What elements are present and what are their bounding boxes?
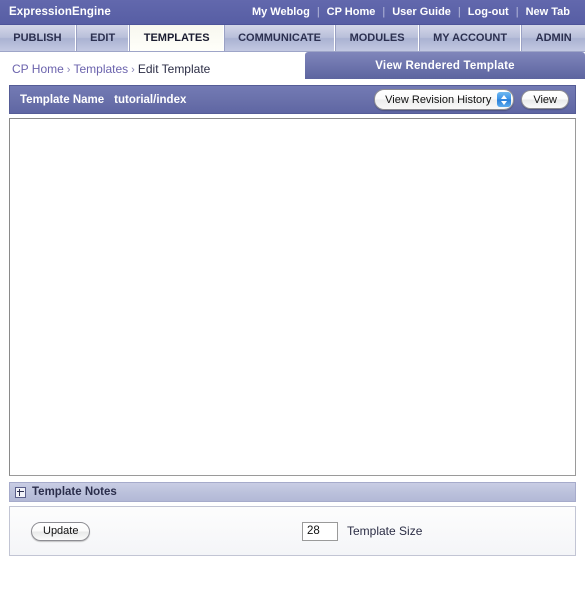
link-log-out[interactable]: Log-out [461, 6, 516, 18]
app-title: ExpressionEngine [9, 6, 111, 18]
tab-admin[interactable]: ADMIN [521, 25, 585, 51]
chevron-updown-icon [497, 92, 512, 107]
breadcrumb: CP Home › Templates › Edit Template [0, 62, 210, 76]
tab-my-account[interactable]: MY ACCOUNT [418, 25, 522, 51]
main-nav-tabs: PUBLISH EDIT TEMPLATES COMMUNICATE MODUL… [0, 25, 585, 52]
template-name-label: Template Name [20, 93, 105, 106]
template-size-input[interactable] [302, 521, 338, 541]
template-size-group: Template Size [302, 521, 423, 541]
template-name-value: tutorial/index [114, 93, 187, 106]
breadcrumb-separator: › [131, 63, 135, 76]
template-header-controls: View Revision History View [374, 86, 569, 113]
chevron-up-icon [501, 94, 508, 99]
breadcrumb-row: CP Home › Templates › Edit Template View Ren… [0, 52, 585, 85]
link-my-weblog[interactable]: My Weblog [245, 6, 317, 18]
template-name-bar: Template Name tutorial/index View Revisi… [9, 85, 576, 114]
template-notes-label: Template Notes [32, 486, 117, 498]
template-code-textarea[interactable] [9, 118, 576, 476]
content-area: CP Home › Templates › Edit Template View Ren… [0, 52, 585, 613]
link-cp-home[interactable]: CP Home [320, 6, 383, 18]
tab-communicate[interactable]: COMMUNICATE [223, 25, 336, 51]
link-user-guide[interactable]: User Guide [385, 6, 458, 18]
tab-publish[interactable]: PUBLISH [0, 25, 76, 51]
view-rendered-template-label: View Rendered Template [375, 59, 515, 72]
update-button-wrap: Update [10, 521, 91, 541]
tab-edit[interactable]: EDIT [75, 25, 130, 51]
view-button[interactable]: View [521, 90, 569, 109]
template-size-label: Template Size [347, 524, 423, 538]
revision-history-select[interactable]: View Revision History [374, 89, 515, 110]
plus-icon[interactable] [15, 486, 26, 498]
global-links: My Weblog | CP Home | User Guide | Log-o… [245, 0, 577, 24]
breadcrumb-templates[interactable]: Templates [73, 62, 128, 76]
view-rendered-template-tab[interactable]: View Rendered Template [305, 52, 585, 79]
breadcrumb-cp-home[interactable]: CP Home [12, 62, 64, 76]
tab-modules[interactable]: MODULES [335, 25, 419, 51]
footer-panel: Update Template Size [9, 506, 576, 556]
revision-history-selected-value: View Revision History [385, 93, 492, 106]
chevron-down-icon [501, 100, 508, 105]
tab-templates[interactable]: TEMPLATES [129, 25, 224, 51]
link-new-tab[interactable]: New Tab [519, 6, 577, 18]
template-notes-accordion[interactable]: Template Notes [9, 482, 576, 502]
top-brand-bar: ExpressionEngine My Weblog | CP Home | U… [0, 0, 585, 25]
breadcrumb-current: Edit Template [137, 61, 211, 76]
update-button[interactable]: Update [31, 521, 91, 541]
